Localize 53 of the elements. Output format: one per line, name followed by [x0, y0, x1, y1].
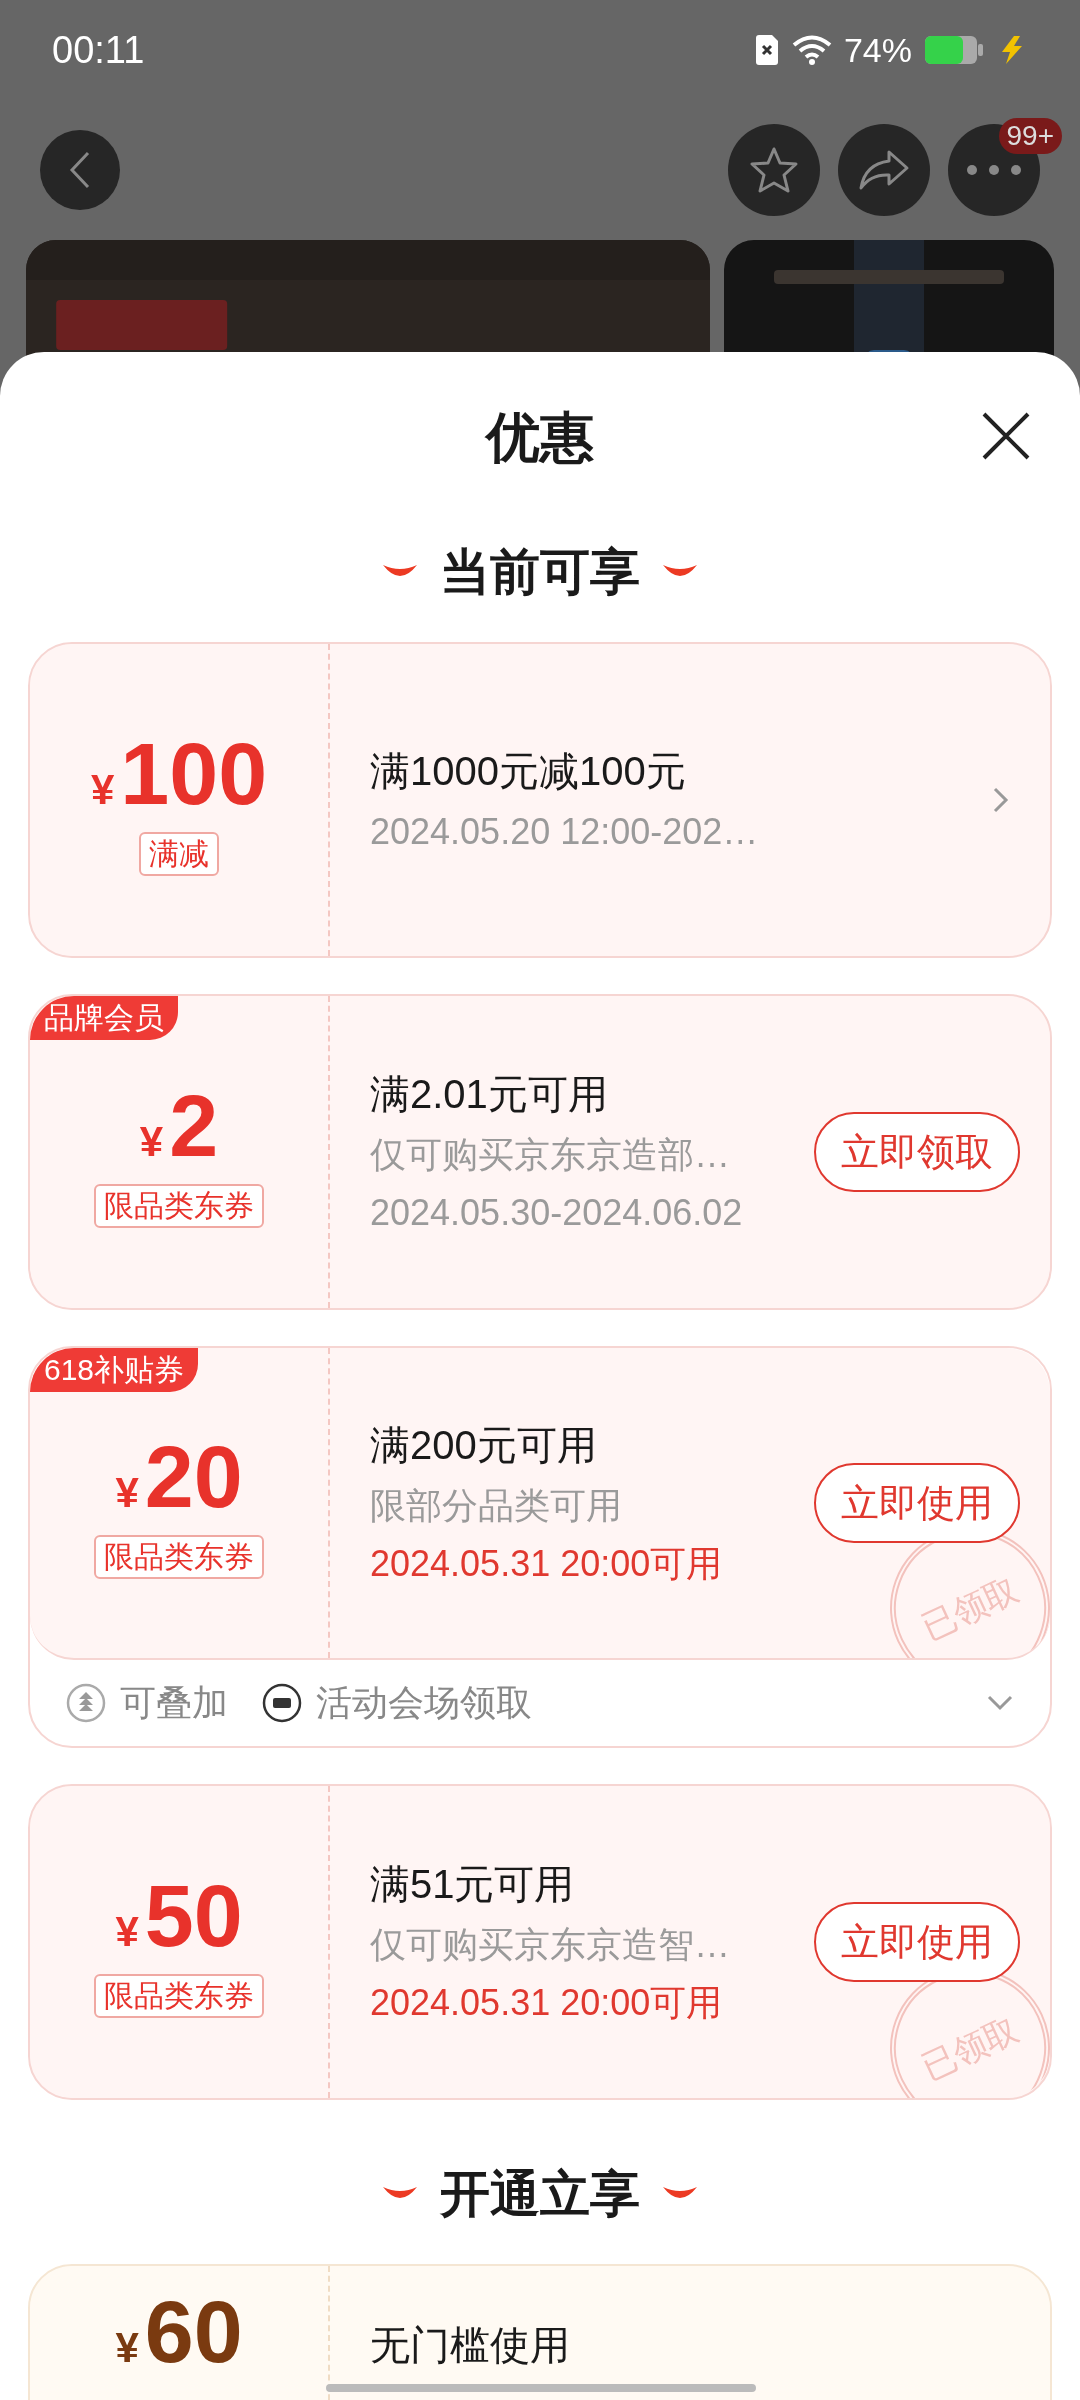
- coupon-title: 满2.01元可用: [370, 1071, 609, 1118]
- coupon-detail: 限部分品类可用: [370, 1484, 623, 1528]
- coupon-badge: 品牌会员: [30, 996, 178, 1040]
- coupon-detail: 仅可购买京东京造智…: [370, 1923, 731, 1967]
- coupon-title: 满1000元减100元: [370, 748, 687, 795]
- coupon-tag: 满减: [139, 832, 219, 876]
- coupon-detail: 2024.05.30-2024.06.02: [370, 1191, 744, 1235]
- star-icon: [748, 145, 800, 195]
- sim-icon: [753, 34, 780, 66]
- ticket-icon: [262, 1683, 302, 1723]
- battery-icon: [924, 34, 984, 66]
- currency-sign: ¥: [115, 1468, 139, 1518]
- coupon-tag: 限品类东券: [94, 1535, 264, 1579]
- share-icon: [857, 148, 911, 192]
- coupon-title: 满200元可用: [370, 1422, 598, 1469]
- section-title: 开通立享: [440, 2164, 640, 2224]
- coupon-detail: 2024.05.20 12:00-202…: [370, 810, 760, 854]
- coupon-action-button[interactable]: 立即领取: [814, 1112, 1020, 1192]
- coupon-action-button[interactable]: 立即使用: [814, 1902, 1020, 1982]
- coupon-card[interactable]: ¥100 满减 满1000元减100元 2024.05.20 12:00-202…: [28, 642, 1052, 958]
- coupon-amount: 100: [120, 724, 268, 824]
- coupon-card[interactable]: ¥60 无门槛使用: [28, 2264, 1052, 2400]
- chevron-down-icon[interactable]: [986, 1694, 1014, 1712]
- wifi-icon: [791, 34, 832, 66]
- coupon-amount: 20: [144, 1427, 243, 1527]
- currency-sign: ¥: [90, 765, 115, 815]
- section-title: 当前可享: [440, 542, 640, 602]
- more-icon: [966, 165, 1022, 175]
- currency-sign: ¥: [115, 1907, 139, 1957]
- coupon-detail: 2024.05.31 20:00可用: [370, 1542, 724, 1586]
- coupon-detail: 2024.05.31 20:00可用: [370, 1981, 724, 2025]
- coupon-amount: 60: [144, 2290, 243, 2374]
- coupon-title: 满51元可用: [370, 1861, 576, 1908]
- coupon-tag: 限品类东券: [94, 1184, 264, 1228]
- status-time: 00:11: [52, 27, 145, 73]
- coupon-tag: 限品类东券: [94, 1974, 264, 2018]
- coupon-amount: 2: [169, 1076, 219, 1176]
- battery-percent: 74%: [843, 29, 912, 71]
- chevron-right-icon[interactable]: [992, 786, 1010, 814]
- notification-badge: 99+: [998, 118, 1062, 154]
- chevron-left-icon: [68, 150, 92, 190]
- coupon-detail: 仅可购买京东京造部…: [370, 1133, 731, 1177]
- stack-icon: [66, 1683, 106, 1723]
- currency-sign: ¥: [139, 1117, 164, 1167]
- currency-sign: ¥: [115, 2323, 139, 2373]
- coupon-badge: 618补贴券: [30, 1348, 199, 1392]
- coupon-amount: 50: [144, 1866, 243, 1966]
- sheet-title: 优惠: [486, 405, 594, 469]
- coupon-title: 无门槛使用: [370, 2322, 571, 2369]
- coupon-card[interactable]: 品牌会员 ¥2 限品类东券 满2.01元可用 仅可购买京东京造部… 2024.05.30-2024.06.02 立即领取: [28, 994, 1052, 1310]
- footer-label: 活动会场领取: [316, 1681, 532, 1725]
- footer-label: 可叠加: [120, 1681, 228, 1725]
- coupon-action-button[interactable]: 立即使用: [814, 1463, 1020, 1543]
